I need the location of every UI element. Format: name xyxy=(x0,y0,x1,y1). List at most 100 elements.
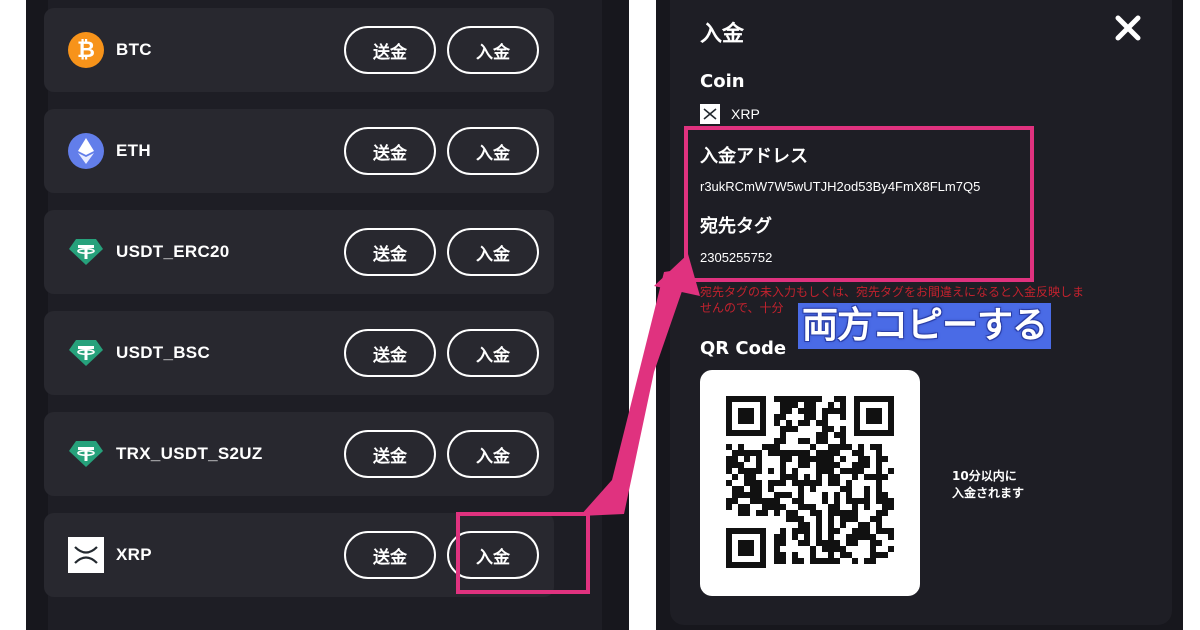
qr-module xyxy=(840,408,846,414)
qr-module xyxy=(876,444,882,450)
qr-module xyxy=(840,510,846,516)
qr-module xyxy=(882,504,888,510)
close-icon[interactable] xyxy=(1112,12,1144,44)
qr-module xyxy=(816,510,822,516)
qr-module xyxy=(822,438,828,444)
qr-module xyxy=(756,498,762,504)
qr-module xyxy=(804,456,810,462)
qr-module xyxy=(822,468,828,474)
qr-module xyxy=(876,552,882,558)
qr-module xyxy=(822,450,828,456)
qr-note-line: 10分以内に xyxy=(952,469,1017,483)
qr-module xyxy=(756,486,762,492)
qr-module xyxy=(768,480,774,486)
qr-module xyxy=(810,444,816,450)
qr-module xyxy=(858,468,864,474)
qr-module xyxy=(792,516,798,522)
send-button[interactable]: 送金 xyxy=(344,430,436,478)
qr-module xyxy=(864,528,870,534)
qr-module xyxy=(852,528,858,534)
qr-module xyxy=(726,504,732,510)
qr-module xyxy=(774,546,780,552)
receive-button[interactable]: 入金 xyxy=(447,127,539,175)
qr-module xyxy=(726,456,732,462)
qr-module xyxy=(816,468,822,474)
qr-module xyxy=(804,402,810,408)
qr-module xyxy=(828,444,834,450)
qr-module xyxy=(750,486,756,492)
qr-module xyxy=(816,396,822,402)
qr-module xyxy=(738,504,744,510)
send-button[interactable]: 送金 xyxy=(344,127,436,175)
qr-module xyxy=(780,396,786,402)
qr-module xyxy=(798,420,804,426)
qr-module xyxy=(882,456,888,462)
qr-module xyxy=(792,396,798,402)
qr-module xyxy=(816,540,822,546)
qr-module xyxy=(840,516,846,522)
coin-name: ETH xyxy=(116,141,151,160)
qr-module xyxy=(876,540,882,546)
qr-module xyxy=(726,480,732,486)
qr-module xyxy=(726,444,732,450)
qr-module xyxy=(798,558,804,564)
coin-name: TRX_USDT_S2UZ xyxy=(116,444,263,463)
qr-module xyxy=(828,558,834,564)
qr-module xyxy=(846,480,852,486)
qr-module xyxy=(846,552,852,558)
coin-row-usdt-bsc: USDT_BSC 送金 入金 xyxy=(44,311,554,395)
receive-button[interactable]: 入金 xyxy=(447,329,539,377)
qr-module xyxy=(804,480,810,486)
send-button[interactable]: 送金 xyxy=(344,26,436,74)
send-button[interactable]: 送金 xyxy=(344,329,436,377)
qr-module xyxy=(870,546,876,552)
coin-label: Coin xyxy=(700,71,745,92)
qr-module xyxy=(786,510,792,516)
tether-icon xyxy=(68,335,104,371)
qr-module xyxy=(834,444,840,450)
qr-module xyxy=(744,468,750,474)
qr-module xyxy=(762,504,768,510)
qr-module xyxy=(762,444,768,450)
qr-module xyxy=(798,456,804,462)
qr-module xyxy=(780,540,786,546)
qr-module xyxy=(840,546,846,552)
send-button[interactable]: 送金 xyxy=(344,531,436,579)
qr-module xyxy=(750,474,756,480)
qr-module xyxy=(816,480,822,486)
qr-module xyxy=(822,414,828,420)
qr-module xyxy=(828,522,834,528)
coin-name: XRP xyxy=(116,545,152,564)
qr-module xyxy=(858,522,864,528)
ethereum-icon xyxy=(68,133,104,169)
qr-module xyxy=(810,414,816,420)
qr-module xyxy=(852,498,858,504)
qr-module xyxy=(852,534,858,540)
send-button[interactable]: 送金 xyxy=(344,228,436,276)
qr-module xyxy=(870,444,876,450)
coin-row-eth: ETH 送金 入金 xyxy=(44,109,554,193)
receive-button[interactable]: 入金 xyxy=(447,26,539,74)
qr-module xyxy=(780,492,786,498)
qr-module xyxy=(828,474,834,480)
qr-module xyxy=(834,498,840,504)
qr-module xyxy=(744,504,750,510)
qr-module xyxy=(840,468,846,474)
qr-module xyxy=(822,408,828,414)
qr-module xyxy=(738,486,744,492)
qr-module xyxy=(828,456,834,462)
qr-module xyxy=(834,528,840,534)
qr-module xyxy=(834,504,840,510)
qr-module xyxy=(810,480,816,486)
qr-module xyxy=(876,498,882,504)
qr-module xyxy=(828,504,834,510)
qr-module xyxy=(792,426,798,432)
qr-module xyxy=(828,552,834,558)
qr-module xyxy=(810,504,816,510)
qr-module xyxy=(882,492,888,498)
receive-button[interactable]: 入金 xyxy=(447,228,539,276)
qr-module xyxy=(780,474,786,480)
qr-module xyxy=(792,510,798,516)
receive-button[interactable]: 入金 xyxy=(447,430,539,478)
qr-module xyxy=(768,486,774,492)
